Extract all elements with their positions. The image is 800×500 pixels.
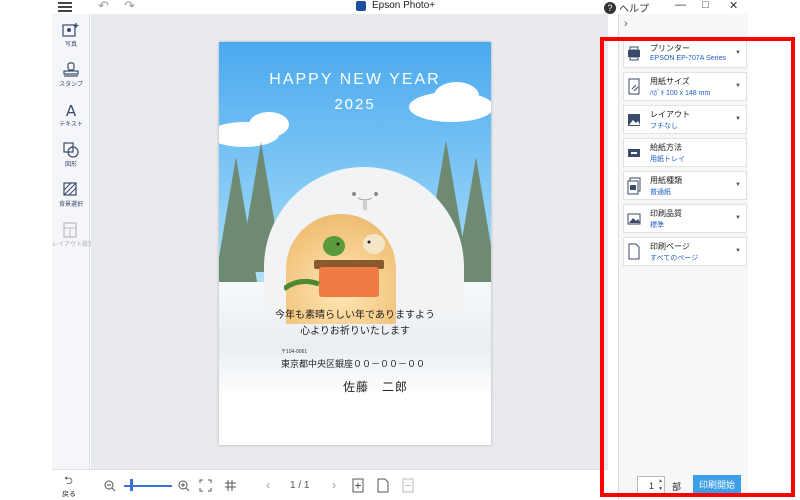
page-icon	[628, 243, 640, 260]
card-greeting-title: HAPPY NEW YEAR	[269, 71, 441, 88]
setting-value: すべてのページ	[650, 255, 699, 262]
dropdown-caret-icon: ▼	[735, 215, 741, 221]
window-title: Epson Photo+	[356, 0, 435, 11]
tool-background[interactable]: 背景選択	[52, 182, 90, 208]
dropdown-caret-icon: ▼	[735, 50, 741, 56]
minimize-button[interactable]: —	[675, 0, 686, 11]
help-icon: ?	[604, 1, 616, 14]
undo-button[interactable]: ↶	[98, 0, 109, 14]
tool-label: スタンプ	[59, 82, 83, 88]
help-label: ヘルプ	[619, 4, 649, 15]
postcard-preview[interactable]: HAPPY NEW YEAR 2025 今年も素晴らしい年でありますよう 心より…	[219, 42, 491, 445]
copies-unit-label: 部	[672, 482, 682, 492]
zoom-out-icon[interactable]	[104, 480, 116, 492]
shape-icon	[63, 142, 79, 158]
start-print-button[interactable]: 印刷開始	[693, 475, 741, 496]
snake-face-illustration	[352, 192, 378, 210]
tool-stamp[interactable]: スタンプ	[52, 62, 90, 88]
bottom-bar: ⮌ 戻る ‹ 1 / 1 ›	[52, 469, 608, 500]
dropdown-caret-icon: ▼	[735, 116, 741, 122]
tool-photo[interactable]: 写真	[52, 22, 90, 48]
duplicate-page-icon[interactable]	[377, 478, 389, 493]
setting-value: フチなし	[650, 123, 678, 130]
postal-code: 〒104-0061	[281, 349, 308, 355]
left-toolbar: 写真 スタンプ A テキスト 図形 背景選択 レイアウト設定	[52, 14, 95, 469]
layout-icon	[63, 222, 77, 238]
white-snake-illustration	[363, 234, 385, 254]
setting-printer[interactable]: プリンター EPSON EP-707A Series ▼	[623, 39, 747, 68]
text-icon: A	[66, 102, 77, 118]
grid-icon[interactable]	[224, 479, 237, 492]
help-button[interactable]: ? ヘルプ	[604, 0, 649, 15]
sender-name: 佐藤 二郎	[343, 380, 409, 394]
setting-value: ﾊｶﾞｷ 100 x 148 mm	[650, 90, 711, 97]
setting-value: 標準	[650, 222, 664, 229]
green-snake-illustration	[323, 236, 345, 256]
svg-text:A: A	[66, 102, 77, 118]
add-page-icon[interactable]	[352, 478, 364, 493]
copies-spinner-icon[interactable]: ▲ ▼	[658, 477, 663, 493]
tool-label: 図形	[64, 162, 77, 168]
printer-icon	[628, 46, 640, 61]
app-icon	[356, 0, 366, 11]
snake-tail-illustration	[284, 278, 320, 292]
paper-type-icon	[627, 177, 641, 195]
tool-shape[interactable]: 図形	[52, 142, 90, 168]
setting-title: 用紙サイズ	[650, 77, 690, 86]
setting-title: 用紙種類	[650, 176, 682, 185]
card-year: 2025	[334, 96, 376, 113]
hamburger-menu-icon[interactable]	[58, 0, 72, 12]
setting-layout[interactable]: レイアウト フチなし ▼	[623, 105, 747, 134]
tool-label: 写真	[64, 42, 77, 48]
redo-button[interactable]: ↷	[124, 0, 135, 14]
tool-label: テキスト	[59, 122, 83, 128]
fit-screen-icon[interactable]	[199, 479, 212, 492]
cloud	[249, 112, 289, 137]
add-photo-icon	[62, 23, 79, 37]
setting-title: プリンター	[650, 44, 690, 53]
setting-print-pages[interactable]: 印刷ページ すべてのページ ▼	[623, 237, 747, 266]
stamp-icon	[63, 62, 79, 77]
paper-tray-icon	[628, 149, 640, 157]
print-quality-icon	[627, 213, 641, 225]
setting-title: レイアウト	[650, 110, 690, 119]
maximize-button[interactable]: □	[702, 0, 709, 11]
collapse-panel-chevron-icon[interactable]: ›	[624, 18, 628, 30]
dropdown-caret-icon: ▼	[735, 83, 741, 89]
setting-value: EPSON EP-707A Series	[650, 55, 726, 62]
background-icon	[63, 182, 77, 196]
setting-value: 普通紙	[650, 189, 671, 196]
zoom-slider-thumb[interactable]	[130, 479, 133, 491]
dropdown-caret-icon: ▼	[735, 248, 741, 254]
setting-title: 印刷品質	[650, 209, 682, 218]
tool-label: レイアウト設定	[52, 242, 95, 248]
zoom-in-icon[interactable]	[178, 480, 190, 492]
delete-page-icon[interactable]	[402, 478, 414, 493]
setting-paper-source[interactable]: 給紙方法 用紙トレイ	[623, 138, 747, 167]
setting-title: 給紙方法	[650, 143, 682, 152]
prev-page-icon[interactable]: ‹	[266, 478, 270, 492]
setting-value: 用紙トレイ	[650, 156, 685, 163]
setting-paper-size[interactable]: 用紙サイズ ﾊｶﾞｷ 100 x 148 mm ▼	[623, 72, 747, 101]
setting-paper-type[interactable]: 用紙種類 普通紙 ▼	[623, 171, 747, 200]
dropdown-caret-icon: ▼	[735, 182, 741, 188]
card-message-line-1: 今年も素晴らしい年でありますよう	[275, 310, 435, 321]
sender-address: 東京都中央区銀座００－００－００	[281, 359, 426, 369]
tool-text[interactable]: A テキスト	[52, 102, 90, 128]
back-label[interactable]: 戻る	[62, 489, 76, 499]
title-bar: ↶ ↷ Epson Photo+ ? ヘルプ — □ ✕	[0, 0, 800, 15]
tool-label: 背景選択	[58, 202, 83, 208]
paper-size-icon	[628, 78, 640, 95]
tool-layout[interactable]: レイアウト設定	[52, 222, 95, 248]
layout-image-icon	[628, 114, 640, 126]
app-title: Epson Photo+	[372, 0, 436, 11]
card-message-line-2: 心よりお祈りいたします	[300, 326, 410, 337]
setting-print-quality[interactable]: 印刷品質 標準 ▼	[623, 204, 747, 233]
page-indicator: 1 / 1	[290, 480, 310, 491]
print-settings-panel: › プリンター EPSON EP-707A Series ▼ 用紙サイズ ﾊｶﾞ…	[618, 14, 748, 500]
close-button[interactable]: ✕	[729, 0, 738, 12]
next-page-icon[interactable]: ›	[332, 478, 336, 492]
setting-title: 印刷ページ	[650, 242, 690, 251]
